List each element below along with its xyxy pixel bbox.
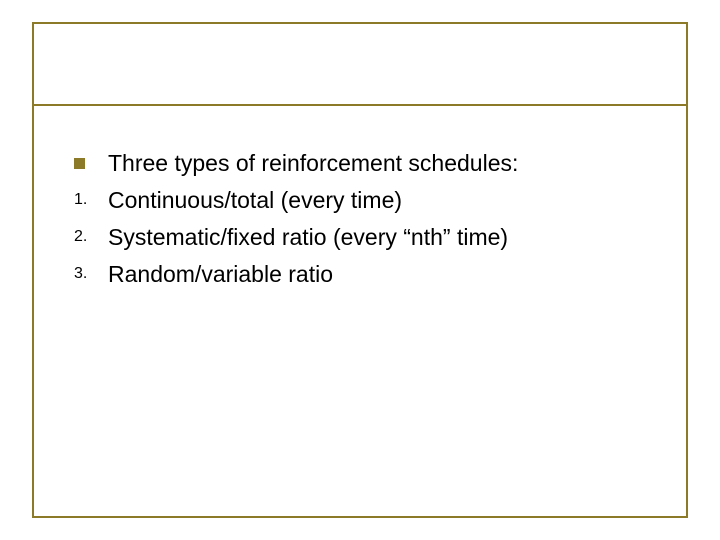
heading-row: Three types of reinforcement schedules: — [74, 148, 660, 179]
list-text: Systematic/fixed ratio (every “nth” time… — [108, 222, 508, 253]
list-text: Random/variable ratio — [108, 259, 333, 290]
list-number: 2. — [74, 222, 108, 248]
content-area: Three types of reinforcement schedules: … — [74, 148, 660, 296]
heading-text: Three types of reinforcement schedules: — [108, 148, 518, 179]
list-item: 3. Random/variable ratio — [74, 259, 660, 290]
list-number: 1. — [74, 185, 108, 211]
list-item: 1. Continuous/total (every time) — [74, 185, 660, 216]
list-text: Continuous/total (every time) — [108, 185, 402, 216]
list-item: 2. Systematic/fixed ratio (every “nth” t… — [74, 222, 660, 253]
bullet-icon — [74, 148, 108, 176]
list-number: 3. — [74, 259, 108, 285]
slide: Three types of reinforcement schedules: … — [0, 0, 720, 540]
